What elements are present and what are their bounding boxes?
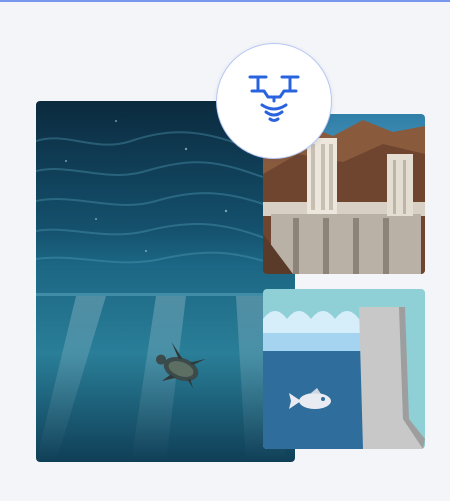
drone-sonar-icon [248, 75, 300, 122]
illustration-panel [0, 2, 450, 501]
dam-cartoon-scene [263, 289, 425, 449]
dam-fish-illustration [263, 289, 425, 449]
drone-sonar-badge [216, 43, 332, 159]
